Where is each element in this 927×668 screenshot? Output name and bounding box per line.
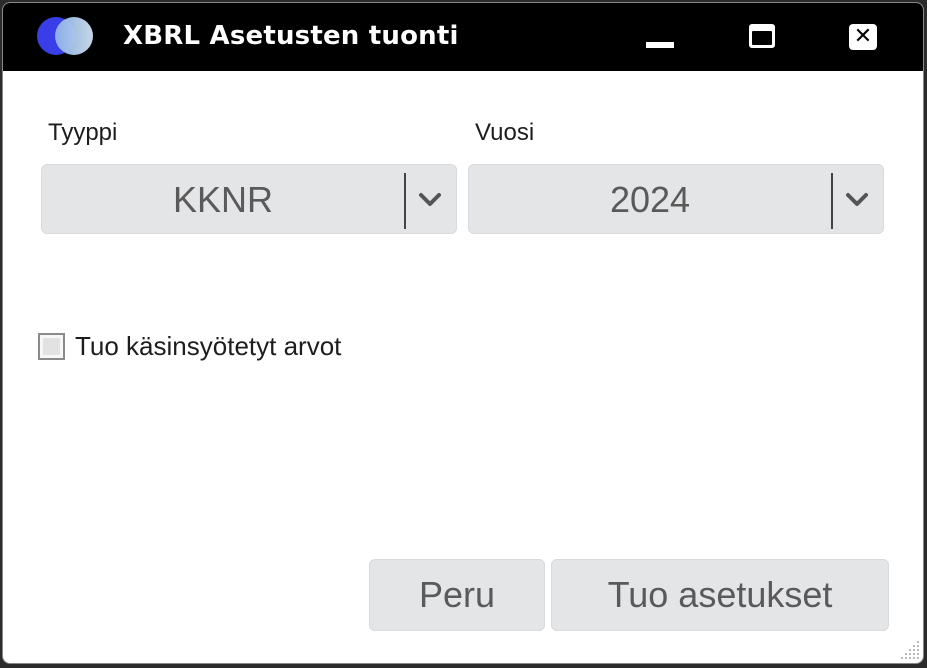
chevron-down-icon[interactable] [418,190,442,210]
import-settings-button[interactable]: Tuo asetukset [551,559,889,631]
import-manual-values-label[interactable]: Tuo käsinsyötetyt arvot [75,331,341,362]
maximize-icon [749,24,775,48]
import-manual-values-checkbox[interactable] [38,333,65,360]
type-select[interactable]: KKNR [41,164,457,234]
title-bar[interactable]: XBRL Asetusten tuonti ✕ [3,3,923,71]
window-title: XBRL Asetusten tuonti [123,21,459,51]
year-label: Vuosi [475,119,535,146]
year-select-value: 2024 [609,179,691,220]
year-select[interactable]: 2024 [468,164,884,234]
select-divider [404,173,406,229]
dialog-window: XBRL Asetusten tuonti ✕ Tyyppi KKNR Vuos… [2,2,924,664]
close-icon: ✕ [849,24,877,50]
type-select-value: KKNR [172,179,274,220]
select-divider [831,173,833,229]
maximize-button[interactable] [747,21,781,55]
close-button[interactable]: ✕ [849,21,883,55]
chevron-down-icon[interactable] [845,190,869,210]
app-logo-icon [37,17,97,57]
type-label: Tyyppi [48,119,118,146]
cancel-button[interactable]: Peru [369,559,545,631]
minimize-button[interactable] [643,21,677,55]
resize-grip-icon[interactable] [899,639,921,661]
